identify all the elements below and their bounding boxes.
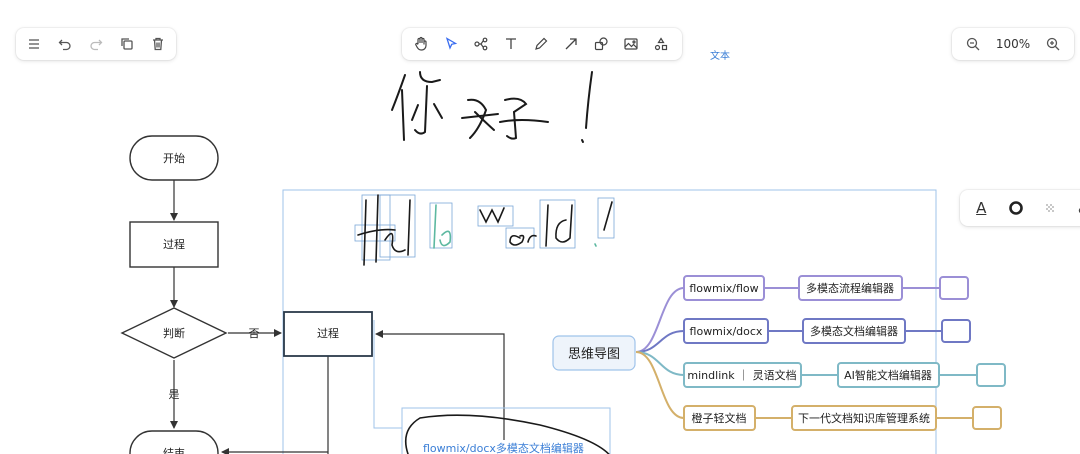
- mindmap-empty-node-3[interactable]: [976, 363, 1006, 387]
- handwriting-chinese[interactable]: [391, 71, 593, 143]
- mindmap-branch-1-label: flowmix/flow: [689, 282, 758, 295]
- flow-no-label: 否: [249, 327, 260, 340]
- mindmap-root[interactable]: 思维导图: [552, 335, 636, 371]
- mindmap-leaf-1[interactable]: 多模态流程编辑器: [798, 275, 903, 301]
- flow-start-label: 开始: [163, 151, 185, 165]
- mindmap-leaf-3[interactable]: AI智能文档编辑器: [837, 362, 940, 388]
- mindmap-branch-3-label: mindlink ｜ 灵语文档: [687, 368, 796, 382]
- handwriting-english[interactable]: [354, 194, 615, 266]
- mindmap-branch-2-label: flowmix/docx: [690, 325, 763, 338]
- flow-process-2[interactable]: 过程: [283, 311, 373, 357]
- whiteboard-canvas[interactable]: 开始 过程 判断 否 是 过程 结束 flowmix/docx多模态文档编辑器: [0, 0, 1080, 454]
- stroke-color-icon[interactable]: [1003, 194, 1030, 222]
- mindmap-leaf-2-label: 多模态文档编辑器: [810, 324, 898, 338]
- mindmap-branch-4-label: 橙子轻文档: [692, 411, 747, 425]
- flow-yes-label: 是: [169, 388, 180, 401]
- flow-end-label: 结束: [163, 447, 185, 454]
- flow-decision[interactable]: 判断: [120, 307, 228, 359]
- flow-process-1[interactable]: 过程: [129, 221, 219, 268]
- flow-process-2-label: 过程: [317, 327, 339, 340]
- text-box[interactable]: flowmix/docx多模态文档编辑器: [423, 441, 584, 454]
- mindmap-leaf-4[interactable]: 下一代文档知识库管理系统: [791, 405, 937, 431]
- flow-decision-label: 判断: [163, 326, 185, 340]
- flow-process-1-label: 过程: [163, 238, 185, 251]
- mindmap-branch-1[interactable]: flowmix/flow: [683, 275, 765, 301]
- mindmap-leaf-2[interactable]: 多模态文档编辑器: [802, 318, 906, 344]
- mindmap-empty-node-2[interactable]: [941, 319, 971, 343]
- mindmap-empty-node-1[interactable]: [939, 276, 969, 300]
- link-icon[interactable]: [1072, 194, 1080, 222]
- font-color-glyph: A: [976, 199, 987, 217]
- mindmap-leaf-4-label: 下一代文档知识库管理系统: [798, 411, 930, 425]
- mindmap-leaf-3-label: AI智能文档编辑器: [844, 368, 932, 382]
- mindmap-leaf-1-label: 多模态流程编辑器: [806, 281, 894, 295]
- flow-end[interactable]: 结束: [129, 430, 219, 454]
- mindmap-branch-3[interactable]: mindlink ｜ 灵语文档: [683, 362, 802, 388]
- mindmap-branch-2[interactable]: flowmix/docx: [683, 318, 769, 344]
- style-toolbar: A: [960, 190, 1080, 226]
- mindmap-root-label: 思维导图: [568, 347, 620, 362]
- mindmap-branch-4[interactable]: 橙子轻文档: [683, 405, 756, 431]
- flow-start[interactable]: 开始: [129, 135, 219, 181]
- mindmap-empty-node-4[interactable]: [972, 406, 1002, 430]
- fill-pattern-icon[interactable]: [1037, 194, 1064, 222]
- font-color-icon[interactable]: A: [968, 194, 995, 222]
- mindmap-connectors: [635, 287, 977, 419]
